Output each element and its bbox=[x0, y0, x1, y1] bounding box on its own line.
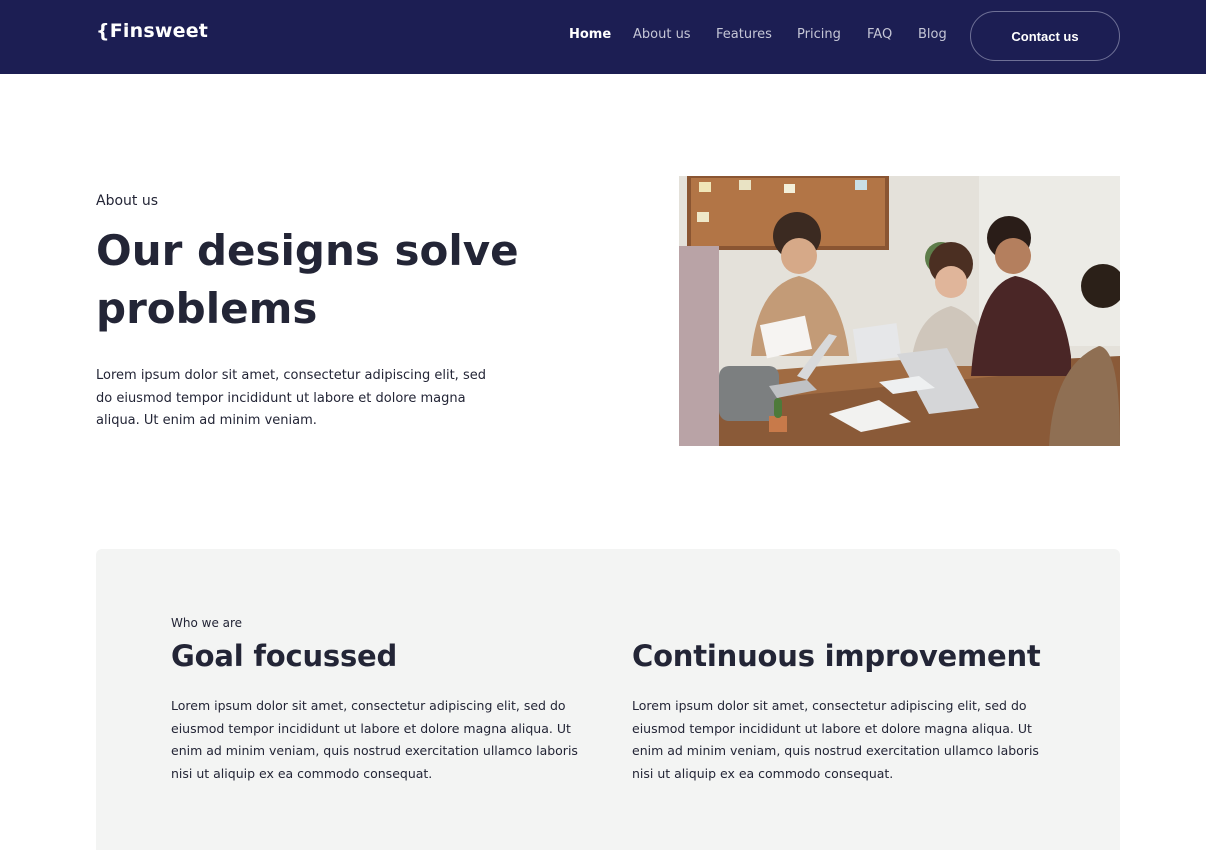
who-we-are-eyebrow: Who we are bbox=[171, 616, 243, 630]
goal-focussed-title: Goal focussed bbox=[171, 639, 398, 673]
contact-us-button[interactable]: Contact us bbox=[970, 11, 1120, 61]
nav-link-features[interactable]: Features bbox=[716, 27, 772, 42]
nav-link-faq[interactable]: FAQ bbox=[867, 27, 892, 42]
nav-link-home[interactable]: Home bbox=[569, 27, 611, 42]
nav-link-blog[interactable]: Blog bbox=[918, 27, 947, 42]
hero-description: Lorem ipsum dolor sit amet, consectetur … bbox=[96, 368, 486, 428]
goal-focussed-text: Lorem ipsum dolor sit amet, consectetur … bbox=[171, 698, 578, 781]
nav-link-about-us[interactable]: About us bbox=[633, 27, 691, 42]
top-navbar: {Finsweet Home About us Features Pricing… bbox=[0, 0, 1206, 74]
who-we-are-section: Who we are Goal focussed Lorem ipsum dol… bbox=[96, 549, 1120, 850]
continuous-improvement-text: Lorem ipsum dolor sit amet, consectetur … bbox=[632, 698, 1039, 781]
continuous-improvement-title: Continuous improvement bbox=[632, 639, 1041, 673]
hero-title: Our designs solve problems bbox=[96, 226, 519, 333]
team-meeting-photo bbox=[679, 176, 1120, 446]
nav-link-pricing[interactable]: Pricing bbox=[797, 27, 841, 42]
hero-eyebrow: About us bbox=[96, 193, 159, 209]
